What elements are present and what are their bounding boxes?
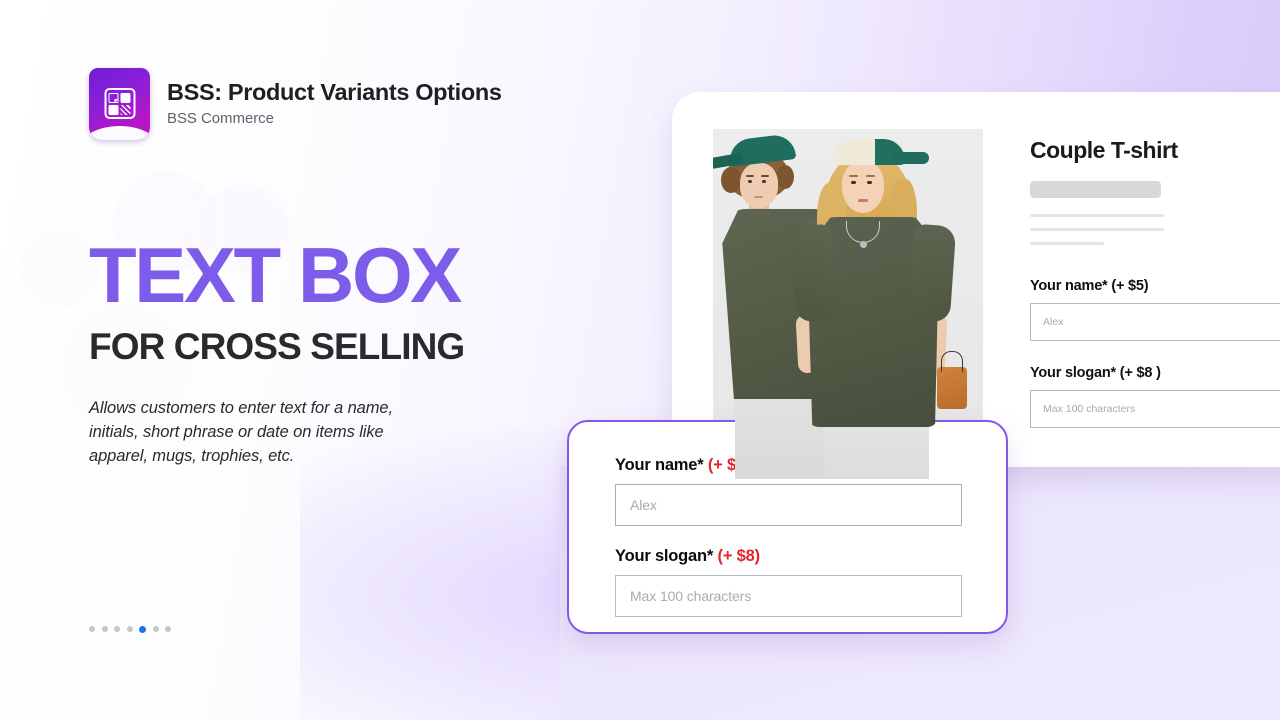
product-name-input[interactable]: Alex (1030, 303, 1280, 341)
logo-cell-hatched (120, 104, 131, 115)
carousel-dots[interactable] (89, 625, 171, 633)
male-mouth (754, 196, 763, 198)
app-logo-icon: BSS (89, 68, 150, 140)
model-male-face (740, 163, 778, 208)
overlay-name-input[interactable]: Alex (615, 484, 962, 526)
model-female-cap (833, 139, 929, 165)
skeleton-line-2 (1030, 228, 1164, 231)
carousel-dot-6[interactable] (152, 626, 159, 632)
skeleton-price-bar (1030, 181, 1161, 198)
logo-cell-solid-1 (120, 92, 131, 103)
product-slogan-input[interactable]: Max 100 characters (1030, 390, 1280, 428)
overlay-slogan-input[interactable]: Max 100 characters (615, 575, 962, 617)
product-title: Couple T-shirt (1030, 137, 1178, 163)
product-field-label-slogan: Your slogan* (+ $8 ) (1030, 365, 1161, 381)
female-eye-right (867, 181, 872, 184)
logo-cell-solid-2 (108, 104, 119, 115)
product-detail-card: Couple T-shirt Your name* (+ $5) Alex Yo… (672, 92, 1280, 479)
app-publisher: BSS Commerce (167, 110, 274, 127)
female-eye-left (851, 181, 856, 184)
logo-cell-cursor (108, 92, 119, 103)
skeleton-line-3 (1030, 242, 1104, 245)
overlay-field-group-slogan: Your slogan* (+ $8) Max 100 characters (615, 547, 962, 617)
product-field-label-name: Your name* (+ $5) (1030, 278, 1149, 294)
carousel-dot-5[interactable] (139, 625, 146, 633)
logo-wordmark: BSS (110, 128, 129, 137)
model-male-cap (727, 133, 797, 167)
app-title: BSS: Product Variants Options (167, 78, 502, 105)
carousel-dot-2[interactable] (101, 626, 108, 632)
model-female-sleeve-right (907, 223, 957, 323)
carousel-dot-1[interactable] (89, 626, 95, 632)
hero-section: BSS BSS: Product Variants Options BSS Co… (89, 68, 559, 468)
female-brow-right (866, 175, 875, 177)
female-mouth (858, 199, 868, 202)
hero-description: Allows customers to enter text for a nam… (89, 398, 393, 465)
carousel-dot-3[interactable] (114, 626, 120, 632)
skeleton-line-1 (1030, 214, 1164, 217)
brand-header: BSS BSS: Product Variants Options BSS Co… (89, 68, 559, 140)
male-brow-right (761, 175, 769, 177)
overlay-label-text-slogan: Your slogan* (615, 547, 714, 565)
model-female-face (842, 161, 884, 213)
carousel-dot-7[interactable] (165, 626, 171, 632)
headline-block: TEXT BOX FOR CROSS SELLING (89, 231, 559, 368)
handbag-icon (937, 351, 967, 409)
headline-primary: TEXT BOX (89, 231, 462, 319)
overlay-field-label-slogan: Your slogan* (+ $8) (615, 547, 962, 566)
necklace-pendant (860, 241, 867, 248)
male-brow-left (746, 175, 754, 177)
headline-secondary: FOR CROSS SELLING (89, 325, 465, 367)
overlay-label-price-slogan: (+ $8) (717, 547, 761, 565)
overlay-label-text-name: Your name* (615, 456, 704, 474)
female-brow-left (849, 175, 858, 177)
male-eye-left (748, 180, 752, 183)
brand-text-block: BSS: Product Variants Options BSS Commer… (167, 79, 502, 129)
carousel-dot-4[interactable] (126, 626, 133, 632)
male-eye-right (762, 180, 766, 183)
grid-cursor-icon (104, 88, 135, 119)
cursor-icon (114, 98, 119, 103)
product-info-panel: Couple T-shirt Your name* (+ $5) Alex Yo… (1030, 137, 1280, 428)
model-female-sleeve-left (789, 223, 839, 323)
